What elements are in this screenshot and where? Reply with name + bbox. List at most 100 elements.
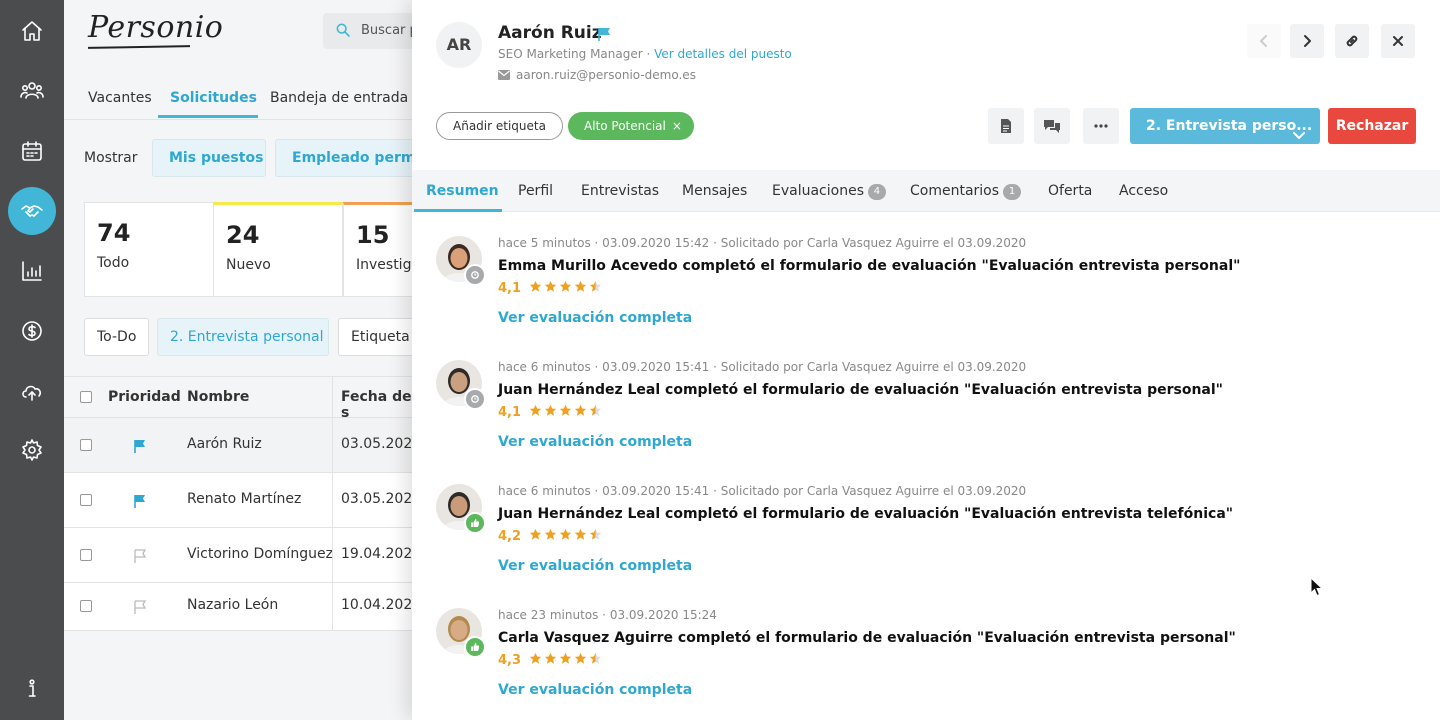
table-row[interactable]: Nazario León 10.04.2020: [64, 583, 421, 631]
active-tab-indicator: [158, 115, 258, 118]
active-tab-indicator: [414, 209, 502, 212]
payroll-dollar-icon[interactable]: [8, 307, 56, 355]
logo-underline: [87, 45, 191, 49]
messages-button[interactable]: [1034, 108, 1070, 144]
rating: 4,1: [498, 280, 604, 297]
tab-label: Resumen: [426, 183, 499, 199]
column-divider: [332, 376, 333, 630]
home-icon[interactable]: [8, 7, 56, 55]
thumbs-up-icon: [464, 512, 486, 534]
activity-meta: hace 5 minutos · 03.09.2020 15:42 · Soli…: [498, 236, 1027, 250]
stage-dropdown-button[interactable]: 2. Entrevista perso...: [1130, 108, 1320, 144]
filter-to-do[interactable]: To-Do: [84, 318, 149, 356]
candidate-avatar: AR: [436, 22, 482, 68]
close-icon: [1393, 36, 1403, 46]
star-icon: [559, 528, 574, 545]
col-nombre[interactable]: Nombre: [187, 389, 249, 405]
view-evaluation-link[interactable]: Ver evaluación completa: [498, 310, 692, 326]
tab-resumen[interactable]: Resumen: [426, 183, 499, 199]
row-date: 19.04.2020: [341, 546, 422, 562]
job-details-link[interactable]: Ver detalles del puesto: [654, 47, 792, 61]
row-name: Victorino Domínguez: [187, 546, 333, 562]
stat-investigacion[interactable]: 15 Investiga: [343, 202, 415, 297]
tag-alto-potencial[interactable]: Alto Potencial ×: [568, 112, 694, 140]
tab-evaluaciones[interactable]: Evaluaciones 4: [772, 183, 886, 200]
recruiting-handshake-icon[interactable]: [8, 187, 56, 235]
filter-empleado-permanente[interactable]: Empleado perman: [275, 139, 415, 177]
view-evaluation-link[interactable]: Ver evaluación completa: [498, 682, 692, 698]
filter-etiqueta[interactable]: Etiqueta: [338, 318, 418, 356]
filter-mis-puestos[interactable]: Mis puestos: [152, 139, 266, 177]
filter-stage[interactable]: 2. Entrevista personal: [157, 318, 329, 356]
tab-entrevistas[interactable]: Entrevistas: [581, 183, 659, 199]
next-candidate-button[interactable]: [1290, 24, 1324, 58]
close-button[interactable]: [1381, 24, 1415, 58]
view-evaluation-link[interactable]: Ver evaluación completa: [498, 558, 692, 574]
table-row[interactable]: Renato Martínez 03.05.2020: [64, 473, 421, 528]
select-all-checkbox[interactable]: [80, 391, 92, 403]
row-date: 03.05.2020: [341, 436, 422, 452]
candidate-email[interactable]: aaron.ruiz@personio-demo.es: [516, 68, 696, 82]
previous-candidate-button[interactable]: [1247, 24, 1281, 58]
row-checkbox[interactable]: [80, 494, 92, 506]
star-icon: [589, 404, 604, 421]
view-evaluation-link[interactable]: Ver evaluación completa: [498, 434, 692, 450]
copy-link-button[interactable]: [1335, 24, 1369, 58]
more-dots-icon: [1094, 124, 1108, 128]
star-icon: [529, 404, 544, 421]
star-rating: [529, 528, 604, 545]
document-icon: [1001, 119, 1011, 133]
rating-score: 4,3: [498, 653, 522, 668]
tab-count-badge: 1: [1003, 184, 1022, 200]
star-icon: [544, 404, 559, 421]
analytics-icon[interactable]: [8, 247, 56, 295]
tab-bandeja-de-entrada[interactable]: Bandeja de entrada: [270, 90, 408, 106]
stat-label: Nuevo: [226, 257, 271, 273]
tab-acceso[interactable]: Acceso: [1119, 183, 1168, 199]
activity-title: Emma Murillo Acevedo completó el formula…: [498, 258, 1241, 274]
priority-flag-icon[interactable]: [132, 493, 148, 513]
col-fecha[interactable]: Fecha de s: [341, 389, 414, 421]
priority-flag-icon[interactable]: [132, 438, 148, 458]
tab-perfil[interactable]: Perfil: [518, 183, 553, 199]
table-row[interactable]: Aarón Ruiz 03.05.2020: [64, 418, 421, 473]
stat-value: 15: [356, 221, 390, 249]
role-separator: ·: [642, 47, 655, 61]
activity-item: hace 6 minutos · 03.09.2020 15:41 · Soli…: [436, 360, 1396, 484]
priority-flag-icon[interactable]: [596, 26, 612, 46]
stat-todo[interactable]: 74 Todo: [84, 202, 214, 297]
activity-item: hace 6 minutos · 03.09.2020 15:41 · Soli…: [436, 484, 1396, 608]
tab-count-badge: 4: [867, 184, 886, 200]
row-checkbox[interactable]: [80, 549, 92, 561]
left-rail: [0, 0, 64, 720]
cloud-upload-icon[interactable]: [8, 367, 56, 415]
row-checkbox[interactable]: [80, 439, 92, 451]
chevron-right-icon: [1304, 35, 1311, 47]
tab-oferta[interactable]: Oferta: [1048, 183, 1092, 199]
col-prioridad[interactable]: Prioridad: [108, 389, 181, 405]
priority-flag-outline-icon[interactable]: [132, 548, 148, 568]
remove-tag-icon[interactable]: ×: [672, 119, 682, 133]
documents-button[interactable]: [988, 108, 1024, 144]
tab-mensajes[interactable]: Mensajes: [682, 183, 747, 199]
more-options-button[interactable]: [1083, 108, 1119, 144]
stat-nuevo[interactable]: 24 Nuevo: [213, 202, 343, 297]
tab-label: Perfil: [518, 183, 554, 199]
stat-label: Investiga: [356, 257, 415, 273]
drawer-tabs: Resumen Perfil Entrevistas Mensajes Eval…: [412, 170, 1440, 212]
reject-button[interactable]: Rechazar: [1328, 108, 1416, 144]
tab-vacantes[interactable]: Vacantes: [88, 90, 152, 106]
settings-gear-icon[interactable]: [8, 426, 56, 474]
star-icon: [574, 404, 589, 421]
tab-comentarios[interactable]: Comentarios 1: [910, 183, 1022, 200]
row-checkbox[interactable]: [80, 600, 92, 612]
add-tag-button[interactable]: Añadir etiqueta: [436, 112, 563, 140]
calendar-icon[interactable]: [8, 127, 56, 175]
table-row[interactable]: Victorino Domínguez 19.04.2020: [64, 528, 421, 583]
activity-title: Carla Vasquez Aguirre completó el formul…: [498, 630, 1236, 646]
priority-flag-outline-icon[interactable]: [132, 599, 148, 619]
info-icon[interactable]: [8, 664, 56, 712]
people-icon[interactable]: [8, 66, 56, 114]
tab-solicitudes[interactable]: Solicitudes: [170, 90, 257, 106]
personio-logo[interactable]: Personio: [88, 10, 223, 45]
